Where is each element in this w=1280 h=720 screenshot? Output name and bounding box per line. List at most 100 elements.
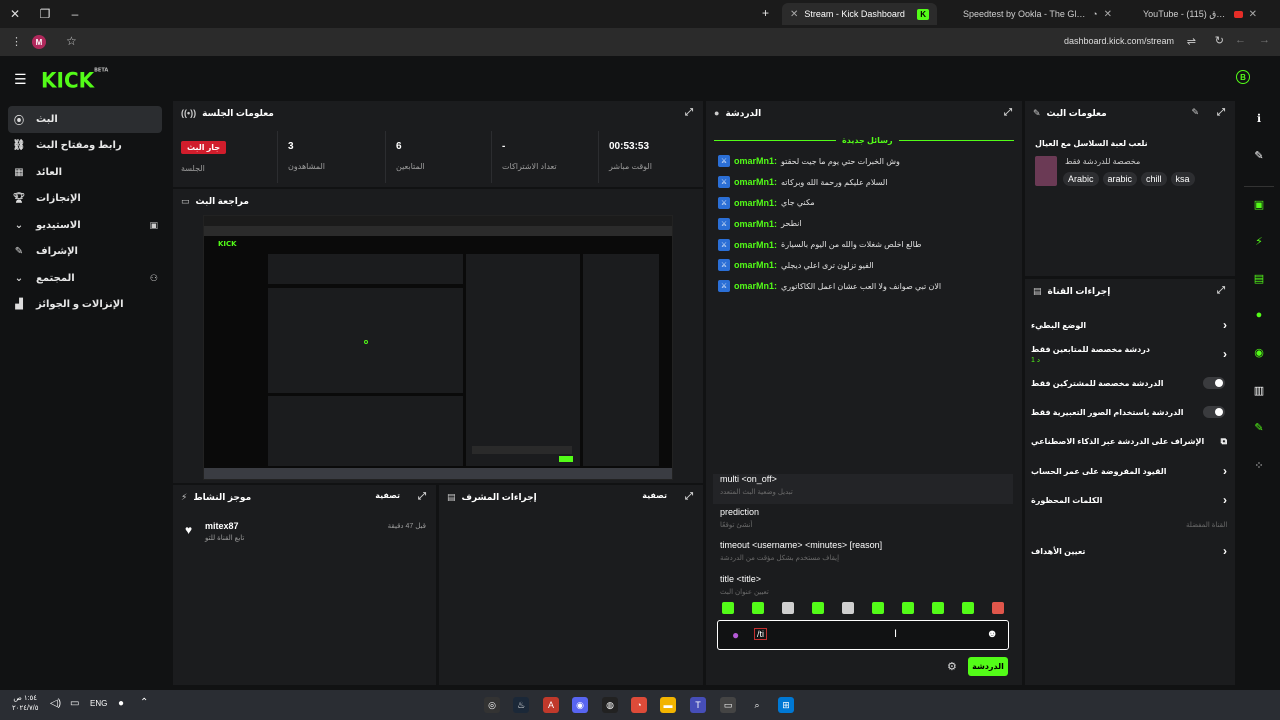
command-suggestion[interactable]: prediction أنشئ توقعًا <box>713 507 1013 537</box>
command-suggestion[interactable]: title <title> تعيين عنوان البث <box>713 574 1013 604</box>
stream-preview-video[interactable]: KICK <box>203 215 673 480</box>
filter-button[interactable]: تصفية <box>375 491 400 500</box>
minimize-window-icon[interactable]: – <box>60 7 90 21</box>
chat-message[interactable]: ⚔ omarMn1: الان تبي صوانف ولا العب عشان اع… <box>718 276 1018 297</box>
menu-dots-icon[interactable]: ⋮ <box>11 35 22 48</box>
restore-window-icon[interactable]: ❐ <box>30 7 60 21</box>
kick-logo[interactable]: KICKBETA <box>41 67 108 92</box>
tab-youtube[interactable]: YouTube - بدنا نروق (115) ✕ <box>1135 3 1265 25</box>
file-explorer-icon[interactable]: ▬ <box>660 697 676 713</box>
tag[interactable]: chill <box>1141 172 1167 186</box>
bookmark-star-icon[interactable]: ☆ <box>66 34 77 48</box>
chrome-icon[interactable]: ◔ <box>631 697 647 713</box>
command-suggestion[interactable]: multi <on_off> تبديل وضعية البث المتعدد <box>713 474 1013 504</box>
microphone-icon[interactable]: ● <box>732 628 739 642</box>
stream-category[interactable]: مخصصة للدردشة فقط <box>1065 157 1140 166</box>
discord-icon[interactable]: ◉ <box>572 697 588 713</box>
nav-item-moderation[interactable]: ✎ الإشراف <box>0 239 170 266</box>
url-text[interactable]: dashboard.kick.com/stream <box>1064 36 1174 46</box>
popout-icon[interactable]: ⤢ <box>1217 285 1225 296</box>
bolt-icon[interactable]: ⚡︎ <box>1250 232 1268 250</box>
language-indicator[interactable]: ENG <box>90 699 107 708</box>
app-icon[interactable]: ◎ <box>484 697 500 713</box>
search-icon[interactable]: ⌕ <box>749 697 765 713</box>
emotes-only-toggle[interactable] <box>1203 406 1225 418</box>
tag[interactable]: Arabic <box>1063 172 1099 186</box>
emote-icon[interactable] <box>782 602 794 614</box>
emote-icon[interactable] <box>872 602 884 614</box>
popout-icon[interactable]: ⤢ <box>418 491 426 502</box>
nav-item-revenue[interactable]: ▦ العائد <box>0 159 170 186</box>
wrench-icon[interactable]: ✎ <box>1250 418 1268 436</box>
emote-icon[interactable] <box>842 602 854 614</box>
popout-icon[interactable]: ⤢ <box>1217 107 1225 118</box>
steam-icon[interactable]: ♨ <box>513 697 529 713</box>
account-age-row[interactable]: القيود المفروضة على عمر الحساب › <box>1031 458 1231 484</box>
followers-only-row[interactable]: دردشة مخصصة للمتابعين فقط 1 د › <box>1031 340 1231 368</box>
new-tab-icon[interactable]: + <box>762 6 769 20</box>
emote-icon[interactable] <box>932 602 944 614</box>
chat-message[interactable]: ⚔ omarMn1: الفيو تزلون ترى اعلي ديجلي <box>718 255 1018 276</box>
broadcast-icon[interactable]: ◉ <box>1250 343 1268 361</box>
obs-icon[interactable]: ◍ <box>602 697 618 713</box>
hamburger-menu-icon[interactable]: ☰ <box>14 71 27 88</box>
clock[interactable]: ١:٥٤ ص ٢٠٢٤/٧/٥ <box>12 694 38 714</box>
chat-input-box[interactable]: ● /ti ☻ <box>717 620 1009 650</box>
tag[interactable]: ksa <box>1170 172 1195 186</box>
chat-settings-gear-icon[interactable]: ⚙ <box>947 660 957 673</box>
user-avatar[interactable]: B <box>1236 70 1250 84</box>
volume-icon[interactable]: ◁) <box>50 698 61 709</box>
popout-icon[interactable]: ⤢ <box>685 491 693 502</box>
layout-icon[interactable]: ▥ <box>1250 381 1268 399</box>
popout-icon[interactable]: ⤢ <box>685 107 693 118</box>
send-chat-button[interactable]: الدردشة <box>968 657 1008 676</box>
teams-icon[interactable]: T <box>690 697 706 713</box>
nav-item-stream-key[interactable]: ⛓ رابط ومفتاح البث <box>0 133 170 160</box>
chat-message[interactable]: ⚔ omarMn1: وش الخبرات حتي يوم ما جيت لحقتو <box>718 151 1018 172</box>
site-settings-icon[interactable]: ⇌ <box>1187 35 1196 48</box>
windows-start-icon[interactable]: ⊞ <box>778 697 794 713</box>
reload-icon[interactable]: ↻ <box>1215 34 1224 47</box>
command-suggestion[interactable]: timeout <username> <minutes> [reason] إيق… <box>713 540 1013 570</box>
task-view-icon[interactable]: ▭ <box>720 697 736 713</box>
emoji-picker-icon[interactable]: ☻ <box>986 628 998 640</box>
tray-expand-icon[interactable]: ⌃ <box>140 697 148 708</box>
clip-icon[interactable]: ▣ <box>1250 195 1268 213</box>
info-icon[interactable]: ℹ <box>1250 109 1268 127</box>
close-window-icon[interactable]: ✕ <box>0 7 30 21</box>
network-icon[interactable]: ▭ <box>70 698 79 709</box>
mic-tray-icon[interactable]: ● <box>118 698 124 709</box>
emote-icon[interactable] <box>902 602 914 614</box>
banned-words-row[interactable]: الكلمات المحظورة › <box>1031 487 1231 513</box>
notes-icon[interactable]: ▤ <box>1250 269 1268 287</box>
chat-message[interactable]: ⚔ omarMn1: مكني جاي <box>718 193 1018 214</box>
chat-bubble-icon[interactable]: ● <box>1250 306 1268 324</box>
chat-message[interactable]: ⚔ omarMn1: السلام عليكم ورحمة الله وبركاته <box>718 172 1018 193</box>
emote-icon[interactable] <box>722 602 734 614</box>
popout-icon[interactable]: ⤢ <box>1004 107 1012 118</box>
more-icon[interactable]: ⁘ <box>1250 456 1268 474</box>
nav-item-achievements[interactable]: 🏆︎ الإنجازات <box>0 186 170 213</box>
tag[interactable]: arabic <box>1102 172 1138 186</box>
emote-icon[interactable] <box>962 602 974 614</box>
emote-icon[interactable] <box>992 602 1004 614</box>
tab-close-icon[interactable]: ✕ <box>1104 9 1112 20</box>
forward-icon[interactable]: → <box>1259 34 1270 46</box>
chat-input[interactable]: /ti <box>754 628 768 640</box>
activity-user[interactable]: mitex87 <box>205 521 239 531</box>
nav-item-studio[interactable]: ⌄ الاستيديو ▣ <box>0 212 170 239</box>
nav-item-community[interactable]: ⌄ المجتمع ⚇ <box>0 265 170 292</box>
category-thumbnail[interactable] <box>1035 156 1057 186</box>
pen-icon[interactable]: ✎ <box>1250 146 1268 164</box>
back-icon[interactable]: ← <box>1235 34 1246 46</box>
tab-close-icon[interactable]: ✕ <box>790 9 798 20</box>
app-icon[interactable]: A <box>543 697 559 713</box>
chat-message[interactable]: ⚔ omarMn1: طالع اخلص شغلات والله من اليوم … <box>718 234 1018 255</box>
nav-item-drops[interactable]: ▟ الإنزالات و الجوائز <box>0 292 170 319</box>
tab-close-icon[interactable]: ✕ <box>1249 9 1257 20</box>
subscribers-only-toggle[interactable] <box>1203 377 1225 389</box>
goals-row[interactable]: تعيين الأهداف › <box>1031 538 1231 564</box>
tab-speedtest[interactable]: Speedtest by Ookla - The Glob ◔ ✕ <box>945 3 1120 25</box>
profile-avatar[interactable]: M <box>32 35 46 49</box>
chat-message[interactable]: ⚔ omarMn1: انطحر <box>718 213 1018 234</box>
